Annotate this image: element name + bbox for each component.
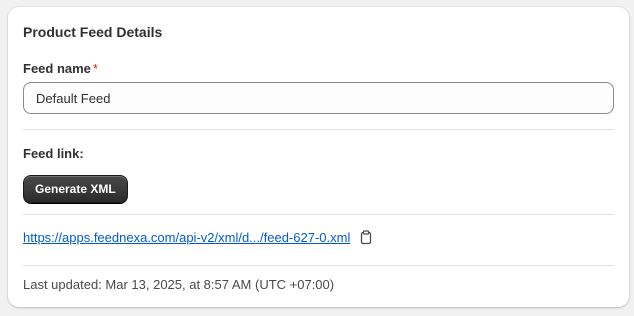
feed-url-link[interactable]: https://apps.feednexa.com/api-v2/xml/d..… <box>23 230 350 245</box>
required-marker: * <box>92 61 98 76</box>
feed-name-label: Feed name * <box>23 61 98 76</box>
card-title: Product Feed Details <box>23 24 163 40</box>
feed-url-row: https://apps.feednexa.com/api-v2/xml/d..… <box>23 230 373 245</box>
divider <box>23 214 614 215</box>
generate-xml-button[interactable]: Generate XML <box>23 175 128 203</box>
product-feed-card: Product Feed Details Feed name* Feed lin… <box>8 7 629 307</box>
divider <box>23 129 614 130</box>
last-updated-text: Last updated: Mar 13, 2025, at 8:57 AM (… <box>23 277 335 292</box>
clipboard-icon[interactable] <box>359 230 373 245</box>
feed-link-label: Feed link: <box>23 146 84 161</box>
divider <box>23 265 614 266</box>
feed-name-input[interactable] <box>23 82 614 114</box>
feed-name-label-text: Feed name <box>23 61 91 76</box>
